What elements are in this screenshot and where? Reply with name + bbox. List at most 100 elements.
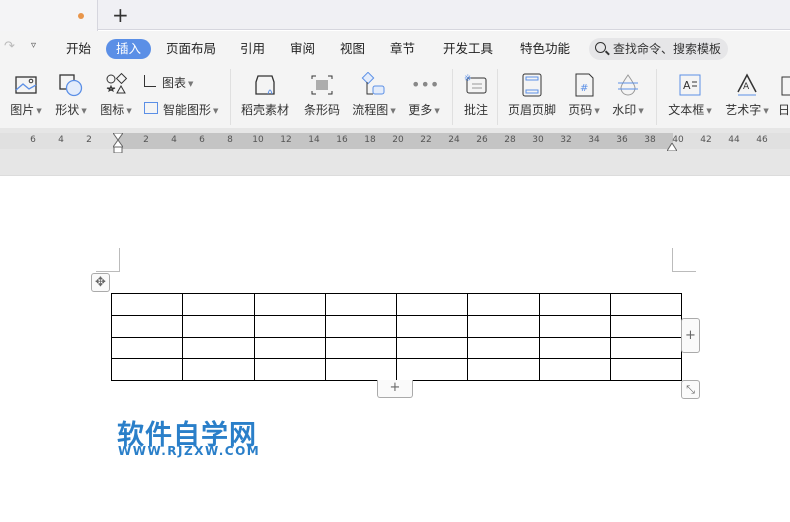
- table-cell[interactable]: [324, 336, 398, 360]
- tab-insert[interactable]: 插入: [106, 39, 152, 59]
- ruler-tick: 44: [728, 135, 740, 145]
- tab-review[interactable]: 审阅: [290, 39, 315, 59]
- margin-corner-top-right: [672, 248, 696, 272]
- left-indent-marker[interactable]: [112, 132, 124, 154]
- table-cell[interactable]: [609, 358, 683, 381]
- chart-button[interactable]: 图表 ▼: [144, 74, 193, 91]
- ruler-tick: 34: [588, 135, 600, 145]
- ruler-tick: 38: [644, 135, 656, 145]
- table-cell[interactable]: [324, 293, 398, 316]
- ruler-tick: 10: [252, 135, 264, 145]
- comment-button[interactable]: ※ 批注: [461, 65, 491, 118]
- chart-icon: [144, 75, 156, 87]
- page-number-button[interactable]: # 页码 ▼: [566, 65, 602, 119]
- redo-icon[interactable]: ↷: [4, 39, 15, 54]
- word-art-button[interactable]: A 艺术字 ▼: [723, 65, 771, 119]
- barcode-button[interactable]: 条形码: [302, 65, 342, 118]
- table-cell[interactable]: [110, 358, 184, 381]
- page-number-label: 页码: [568, 103, 593, 117]
- table-cell[interactable]: [182, 336, 255, 360]
- tab-developer[interactable]: 开发工具: [443, 39, 493, 59]
- ruler-tick: 6: [199, 135, 205, 145]
- table-cell[interactable]: [609, 293, 683, 316]
- picture-button[interactable]: 图片 ▼: [8, 65, 44, 119]
- watermark-icon: [615, 72, 641, 98]
- quick-access-dropdown-icon[interactable]: ▿: [31, 40, 36, 51]
- tab-view[interactable]: 视图: [340, 39, 365, 59]
- table-cell[interactable]: [609, 314, 683, 338]
- table-cell[interactable]: [253, 293, 326, 316]
- table-cell[interactable]: [538, 293, 611, 316]
- table-cell[interactable]: [182, 314, 255, 338]
- ruler-tick: 20: [392, 135, 404, 145]
- icon-button[interactable]: 图标 ▼: [98, 65, 134, 119]
- flowchart-icon: [361, 71, 387, 98]
- table-row: [110, 293, 683, 316]
- calendar-icon: [780, 72, 790, 98]
- shape-icon: [58, 72, 84, 98]
- table-cell[interactable]: [467, 358, 540, 381]
- separator: [452, 69, 453, 125]
- separator: [497, 69, 498, 125]
- picture-label: 图片: [10, 103, 35, 117]
- table-cell[interactable]: [538, 358, 611, 381]
- table-cell[interactable]: [110, 314, 184, 338]
- tab-home[interactable]: 开始: [66, 39, 91, 59]
- ruler-tick: 16: [336, 135, 348, 145]
- date-label: 日: [778, 103, 790, 117]
- flowchart-button[interactable]: 流程图 ▼: [350, 65, 398, 119]
- smart-art-label: 智能图形: [163, 103, 212, 117]
- table-cell[interactable]: [609, 336, 683, 360]
- table-cell[interactable]: [395, 293, 469, 316]
- page-number-icon: #: [571, 72, 597, 98]
- tab-page-layout[interactable]: 页面布局: [166, 39, 216, 59]
- table-cell[interactable]: [110, 293, 184, 316]
- table-cell[interactable]: [467, 336, 540, 360]
- tab-bar: +: [0, 0, 790, 31]
- ruler-tick: 4: [171, 135, 177, 145]
- text-box-label: 文本框: [668, 103, 705, 117]
- date-button[interactable]: 日: [778, 65, 790, 118]
- table-cell[interactable]: [182, 293, 255, 316]
- svg-text:※: ※: [464, 74, 472, 84]
- add-column-button[interactable]: +: [681, 318, 700, 353]
- ruler-tick: 42: [700, 135, 712, 145]
- table-cell[interactable]: [324, 358, 398, 381]
- table-cell[interactable]: [395, 358, 469, 381]
- table-cell[interactable]: [467, 293, 540, 316]
- text-box-button[interactable]: A 文本框 ▼: [666, 65, 714, 119]
- table-cell[interactable]: [324, 314, 398, 338]
- table-cell[interactable]: [253, 314, 326, 338]
- add-row-button[interactable]: +: [377, 380, 413, 398]
- separator: [656, 69, 657, 125]
- table-cell[interactable]: [110, 336, 184, 360]
- word-art-icon: A: [734, 72, 760, 98]
- table-cell[interactable]: [253, 336, 326, 360]
- ruler-tick: 30: [532, 135, 544, 145]
- comment-icon: ※: [463, 72, 489, 98]
- table-cell[interactable]: [395, 314, 469, 338]
- right-indent-marker[interactable]: [666, 140, 678, 152]
- new-tab-button[interactable]: +: [112, 3, 129, 27]
- table-cell[interactable]: [395, 336, 469, 360]
- shape-button[interactable]: 形状 ▼: [53, 65, 89, 119]
- watermark-button[interactable]: 水印 ▼: [610, 65, 646, 119]
- smart-art-button[interactable]: 智能图形 ▼: [144, 101, 218, 118]
- margin-corner-top-left: [96, 248, 120, 272]
- tab-features[interactable]: 特色功能: [520, 39, 570, 59]
- table-cell[interactable]: [182, 358, 255, 381]
- table[interactable]: [110, 293, 683, 381]
- tab-references[interactable]: 引用: [240, 39, 265, 59]
- docer-material-button[interactable]: 稻壳素材: [240, 65, 290, 118]
- table-cell[interactable]: [538, 314, 611, 338]
- table-cell[interactable]: [538, 336, 611, 360]
- table-move-handle[interactable]: ✥: [91, 273, 110, 292]
- command-search[interactable]: 查找命令、搜索模板: [589, 38, 728, 60]
- table-cell[interactable]: [467, 314, 540, 338]
- document-tab[interactable]: [0, 0, 98, 31]
- tab-section[interactable]: 章节: [390, 39, 415, 59]
- header-footer-button[interactable]: 页眉页脚: [507, 65, 557, 118]
- more-button[interactable]: ••• 更多 ▼: [406, 65, 442, 119]
- table-cell[interactable]: [253, 358, 326, 381]
- table-resize-handle[interactable]: ⤡: [681, 380, 700, 399]
